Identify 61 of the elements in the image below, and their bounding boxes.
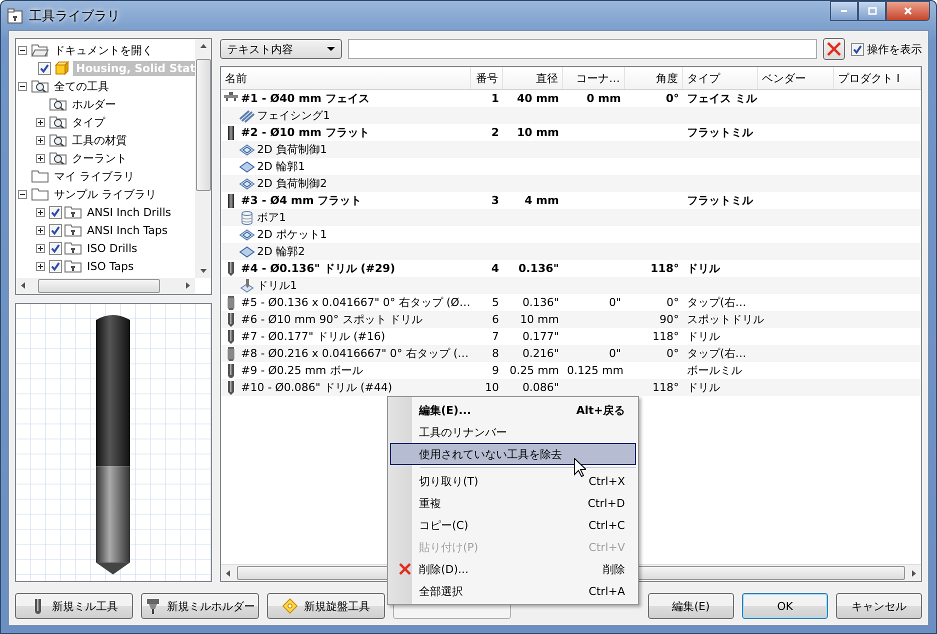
table-cell: フラットミル bbox=[687, 126, 753, 139]
table-cell: 0.216" bbox=[522, 347, 559, 360]
table-cell: 9 bbox=[492, 364, 499, 377]
table-cell: 0 mm bbox=[586, 92, 621, 105]
table-cell: #4 - Ø0.136" ドリル (#29) bbox=[241, 261, 396, 276]
table-cell: 0.086" bbox=[522, 381, 559, 394]
table-cell: #8 - Ø0.216 x 0.0416667" 0° 右タップ (… bbox=[241, 346, 469, 361]
table-cell: 2D ポケット1 bbox=[257, 227, 327, 242]
table-cell: 90° bbox=[660, 313, 679, 326]
table-cell: 0" bbox=[608, 296, 621, 309]
table-cell: 2D 輪郭1 bbox=[257, 159, 305, 174]
table-cell: 4 mm bbox=[524, 194, 559, 207]
table-cell: #3 - Ø4 mm フラット bbox=[241, 193, 362, 208]
table-cell: 0° bbox=[666, 347, 679, 360]
table-cell: 0" bbox=[608, 347, 621, 360]
table-cell: 0.136" bbox=[522, 296, 559, 309]
table-cell: 10 mm bbox=[520, 313, 559, 326]
table-cell: 118° bbox=[652, 381, 679, 394]
table-cell: 40 mm bbox=[516, 92, 559, 105]
table-cell: ドリル bbox=[687, 381, 720, 394]
table-cell: タップ(右… bbox=[687, 347, 746, 360]
checkbox-label: 操作を表示 bbox=[867, 42, 922, 56]
table-cell: #5 - Ø0.136 x 0.041667" 0° 右タップ (Ø… bbox=[241, 295, 470, 310]
table-cell: #2 - Ø10 mm フラット bbox=[241, 125, 370, 140]
table-cell: 10 mm bbox=[516, 126, 559, 139]
table-cell: 0.25 mm bbox=[510, 364, 559, 377]
table-cell: 2D 負荷制御1 bbox=[257, 142, 327, 157]
table-cell: ボア1 bbox=[257, 210, 286, 225]
table-cell: 8 bbox=[492, 347, 499, 360]
table-cell: 0° bbox=[666, 296, 679, 309]
table-cell: #10 - Ø0.086" ドリル (#44) bbox=[241, 380, 392, 395]
table-cell: 5 bbox=[492, 296, 499, 309]
table-cell: フェイシング1 bbox=[257, 108, 330, 123]
table-cell: #9 - Ø0.25 mm ボール bbox=[241, 363, 363, 378]
table-cell: 0.177" bbox=[522, 330, 559, 343]
table-cell: 1 bbox=[491, 92, 499, 105]
table-cell: 4 bbox=[491, 262, 499, 275]
table-cell: #1 - Ø40 mm フェイス bbox=[241, 91, 370, 106]
table-cell: 0.125 mm bbox=[567, 364, 624, 377]
table-cell: #7 - Ø0.177" ドリル (#16) bbox=[241, 329, 386, 344]
table-cell: ボールミル bbox=[687, 364, 742, 377]
table-cell: 2 bbox=[491, 126, 499, 139]
table-cell: フェイス ミル bbox=[687, 92, 757, 105]
table-cell: 0° bbox=[666, 92, 679, 105]
table-cell: 6 bbox=[492, 313, 499, 326]
table-cell: ドリル1 bbox=[257, 278, 297, 293]
table-cell: 7 bbox=[492, 330, 499, 343]
table-cell: 118° bbox=[652, 330, 679, 343]
window-title: 工具ライブラリ bbox=[29, 8, 120, 24]
table-cell: 3 bbox=[491, 194, 499, 207]
table-cell: 10 bbox=[485, 381, 499, 394]
table-cell: #6 - Ø10 mm 90° スポット ドリル bbox=[241, 312, 423, 327]
table-cell: タップ(右… bbox=[687, 296, 746, 309]
table-cell: 0.136" bbox=[518, 262, 559, 275]
table-cell: 2D 負荷制御2 bbox=[257, 176, 327, 191]
table-cell: フラットミル bbox=[687, 194, 753, 207]
table-cell: ドリル bbox=[687, 330, 720, 343]
table-cell: 118° bbox=[650, 262, 679, 275]
table-cell: 2D 輪郭2 bbox=[257, 244, 305, 259]
table-cell: ドリル bbox=[687, 262, 720, 275]
table-cell: スポットドリル bbox=[687, 313, 764, 326]
